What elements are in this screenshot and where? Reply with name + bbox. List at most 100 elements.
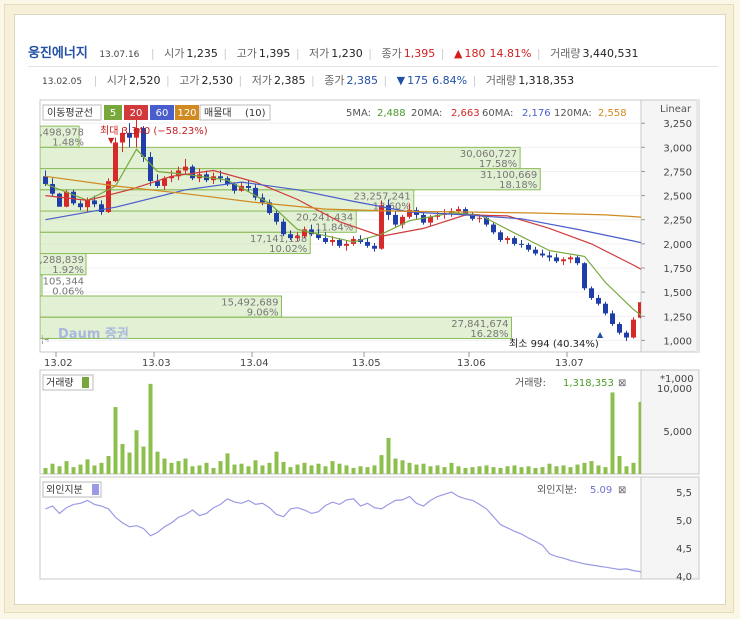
foreign-tick-label: 5,0 [676, 516, 692, 527]
candle-body [281, 221, 286, 235]
volume-bar [400, 460, 405, 474]
foreign-value-label: 외인지분: [537, 484, 577, 496]
candle-body [617, 324, 622, 333]
volume-bar [540, 467, 545, 474]
volume-multiplier: *1,000 [660, 374, 694, 385]
ma5-legend-value: 2,488 [377, 108, 406, 119]
volume-bar [183, 458, 188, 474]
stock-chart[interactable]: |◂ 2,498,9781.48%30,060,72717.58%31,100,… [0, 0, 740, 619]
volume-bar [246, 466, 251, 474]
ma-values-legend: 5MA: 2,488 20MA: 2,663 60MA: 2,176 120MA… [346, 108, 627, 119]
volume-bar [309, 465, 314, 474]
ma60-legend-value: 2,176 [522, 108, 551, 119]
volume-bar [610, 392, 615, 474]
volume-bar [316, 463, 321, 474]
volume-bar [428, 466, 433, 474]
foreign-current-value: 5.09 [590, 485, 612, 496]
volume-profile-percent: 9.06% [247, 308, 279, 319]
volume-profile-bar [40, 146, 521, 170]
volume-bar [330, 461, 335, 474]
volume-bar [519, 467, 524, 474]
volume-bar [148, 383, 153, 474]
ma20-legend-value: 2,663 [451, 108, 480, 119]
foreign-tick-label: 5,5 [676, 488, 692, 499]
candle-body [610, 313, 615, 325]
candle-body [372, 245, 377, 249]
candle-body [519, 243, 524, 245]
volume-bar [631, 462, 636, 474]
ma20-legend-label: 20MA: [411, 108, 442, 119]
ma5-legend-label: 5MA: [346, 108, 371, 119]
date-tick-label: 13.03 [142, 358, 171, 369]
volume-profile-percent: 10.02% [269, 244, 307, 255]
volume-bar [218, 461, 223, 474]
date-tick-label: 13.02 [44, 358, 73, 369]
volume-bar [71, 467, 76, 474]
volume-tick-label: 10,000 [657, 384, 692, 395]
ma120-legend-value: 2,558 [598, 108, 627, 119]
candle-body [323, 238, 328, 242]
volume-toggle-label: 거래량 [46, 377, 74, 389]
volume-bar [302, 462, 307, 474]
volume-bar [505, 466, 510, 474]
volume-bar [232, 464, 237, 474]
candle-body [554, 257, 559, 262]
candle-body [603, 303, 608, 314]
volume-bar [169, 462, 174, 474]
candle-body [64, 191, 69, 207]
candle-body [379, 205, 384, 249]
volume-bar [295, 464, 300, 474]
volume-bar [470, 467, 475, 474]
foreign-close-icon[interactable]: ⊠ [618, 485, 626, 496]
min-arrow-icon: ▲ [597, 330, 604, 339]
volume-bar [442, 467, 447, 474]
price-scrollbar[interactable] [696, 100, 699, 352]
candle-body [498, 232, 503, 241]
volume-bar [260, 465, 265, 474]
volume-bar [211, 467, 216, 474]
volume-bar [288, 467, 293, 474]
volume-bar [204, 462, 209, 474]
candle-body [288, 234, 293, 239]
ma-toolbar: 이동평균선 5 20 60 120 매물대 (10) [42, 104, 271, 121]
max-arrow-icon: ▼ [108, 136, 115, 145]
volume-bar [414, 464, 419, 474]
volume-profile-label: 매물대 [204, 107, 232, 119]
foreign-color-swatch [92, 484, 99, 495]
volume-bar [99, 462, 104, 474]
foreign-tick-label: 4,0 [676, 572, 692, 583]
volume-bar [274, 451, 279, 474]
ma60-legend-label: 60MA: [482, 108, 513, 119]
volume-bar [127, 452, 132, 474]
foreign-tick-label: 4,5 [676, 544, 692, 555]
candle-body [57, 193, 62, 207]
candle-body [274, 212, 279, 222]
volume-bar [449, 462, 454, 474]
volume-bar [239, 463, 244, 474]
volume-close-icon[interactable]: ⊠ [618, 378, 626, 389]
volume-bar [547, 463, 552, 474]
min-annotation: 최소 994 (40.34%) [509, 338, 599, 350]
price-tick-label: 2,000 [663, 240, 692, 251]
max-annotation: 최대 3,340 (−58.23%) [100, 125, 208, 137]
date-tick-label: 13.07 [555, 358, 584, 369]
scale-mode-label[interactable]: Linear [660, 104, 692, 115]
volume-profile-percent: 18.18% [499, 180, 537, 191]
volume-bar [337, 463, 342, 474]
volume-bar [358, 466, 363, 474]
volume-bar [484, 465, 489, 474]
volume-bar [351, 467, 356, 474]
volume-bar [554, 466, 559, 474]
candle-body [330, 240, 335, 242]
volume-bar [491, 467, 496, 474]
volume-bar [162, 458, 167, 474]
candle-body [337, 240, 342, 246]
ma-120-label: 120 [177, 108, 196, 119]
candle-body [344, 243, 349, 246]
price-tick-label: 2,750 [663, 167, 692, 178]
volume-bar [379, 455, 384, 474]
volume-color-swatch [82, 377, 89, 388]
volume-bar [561, 465, 566, 474]
candle-body [113, 142, 118, 182]
price-tick-label: 2,500 [663, 192, 692, 203]
